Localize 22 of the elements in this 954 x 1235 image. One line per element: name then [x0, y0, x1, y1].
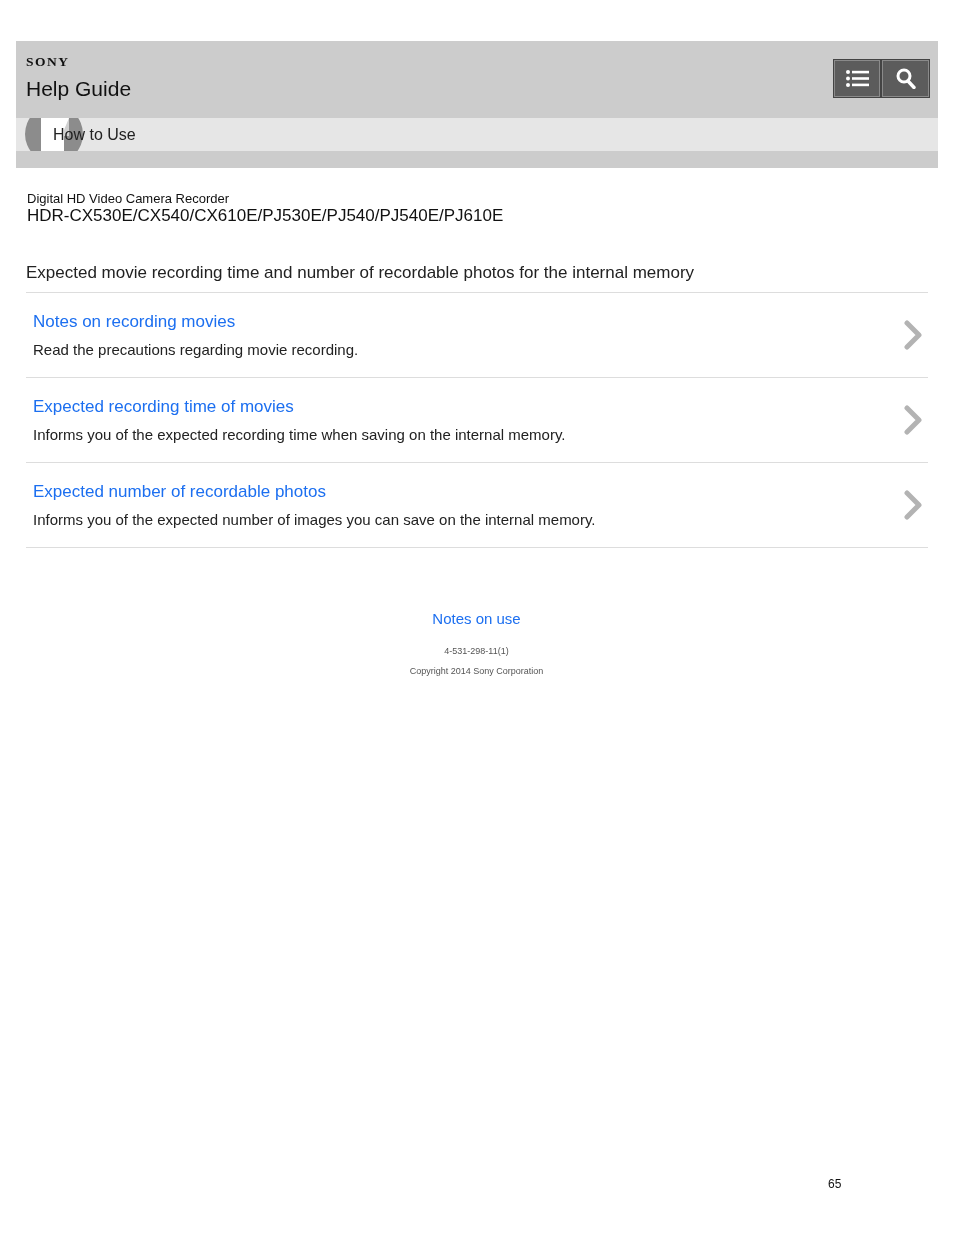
copyright-text: Copyright 2014 Sony Corporation: [409, 666, 544, 677]
menu-icon: [845, 70, 869, 87]
product-type: Digital HD Video Camera Recorder: [27, 191, 231, 206]
topic-link[interactable]: Notes on recording movies: [33, 311, 359, 332]
guide-title: Help Guide: [26, 77, 132, 101]
topic-description: Read the precautions regarding movie recording.: [33, 340, 359, 359]
chevron-right-icon: [904, 320, 922, 350]
search-button[interactable]: [882, 60, 929, 97]
document-code: 4-531-298-11(1): [444, 646, 509, 657]
topic-link[interactable]: Expected recording time of movies: [33, 396, 566, 417]
topic-link[interactable]: Expected number of recordable photos: [33, 481, 596, 502]
brand-logo: SONY: [26, 54, 71, 69]
chevron-right-icon: [904, 405, 922, 435]
search-icon: [895, 68, 916, 89]
page-number: 65: [828, 1177, 842, 1191]
notes-link[interactable]: Notes on use: [432, 610, 521, 628]
model-numbers: HDR-CX530E/CX540/CX610E/PJ530E/PJ540/PJ540E/PJ610E: [27, 206, 505, 226]
topic-description: Informs you of the expected number of images you can save on the internal memory.: [33, 510, 596, 529]
chevron-right-icon: [904, 490, 922, 520]
page-title: Expected movie recording time and number of recordable photos for the internal memory: [26, 263, 696, 283]
topic-description: Informs you of the expected recording time when saving on the internal memory.: [33, 425, 566, 444]
menu-button[interactable]: [834, 60, 880, 97]
